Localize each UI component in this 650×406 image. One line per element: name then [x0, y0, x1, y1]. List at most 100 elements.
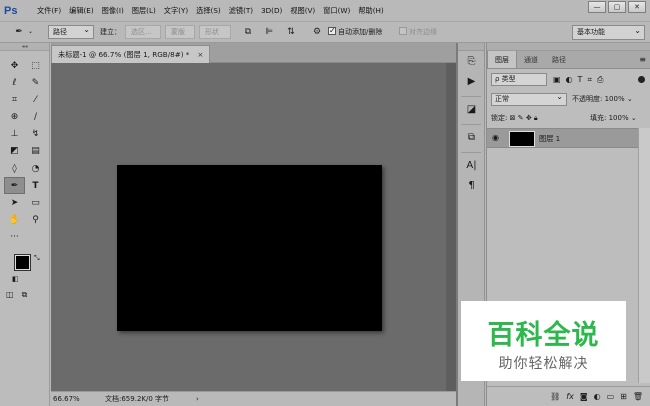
brush-tool-icon[interactable]: ∕ [25, 109, 46, 126]
opacity-control[interactable]: 不透明度: 100% ⌄ [572, 94, 633, 105]
path-arrangement-icon[interactable]: ⇅ [284, 25, 298, 39]
actions-play-icon[interactable]: ▶ [458, 71, 485, 91]
menu-select[interactable]: 选择(S) [192, 0, 225, 22]
opacity-value[interactable]: 100% [605, 95, 625, 103]
lock-transparent-icon[interactable]: ⊠ [510, 114, 516, 122]
adjustment-filter-icon[interactable]: ◐ [566, 73, 573, 86]
shape-filter-icon[interactable]: ⌗ [587, 73, 592, 86]
trash-icon[interactable]: 🗑︎ [633, 387, 643, 406]
pixel-filter-icon[interactable]: ▣ [553, 73, 561, 86]
clone-source-icon[interactable]: ⧉ [458, 127, 485, 147]
swap-colors-icon[interactable]: ⤡ [34, 254, 40, 263]
pen-mode-select[interactable]: 路径 [48, 24, 94, 39]
chevron-down-icon[interactable]: ⌄ [28, 25, 33, 39]
lasso-tool-icon[interactable]: ℓ [4, 74, 25, 91]
restore-button[interactable]: ▢ [608, 1, 626, 13]
adjustments-icon[interactable]: ◪ [458, 99, 485, 119]
new-layer-icon[interactable]: ⊞ [620, 387, 627, 406]
visibility-eye-icon[interactable]: ◉ [492, 133, 499, 142]
gradient-tool-icon[interactable]: ▤ [25, 143, 46, 160]
filter-toggle-icon[interactable] [638, 76, 645, 83]
menu-layer[interactable]: 图层(L) [128, 0, 160, 22]
screen-mode-icon[interactable]: ⧉ [22, 290, 28, 300]
eraser-tool-icon[interactable]: ◩ [4, 143, 25, 160]
mask-icon[interactable]: ◙ [580, 387, 588, 406]
layer-name[interactable]: 图层 1 [539, 129, 560, 148]
blur-tool-icon[interactable]: ◊ [4, 160, 25, 177]
menu-type[interactable]: 文字(Y) [160, 0, 192, 22]
tab-layers[interactable]: 图层 [487, 51, 517, 68]
layer-thumbnail[interactable] [509, 131, 535, 147]
panel-grip[interactable] [458, 43, 484, 51]
make-shape-button[interactable]: 形状 [199, 25, 231, 39]
character-icon[interactable]: A| [458, 155, 485, 175]
path-operations-icon[interactable]: ⧉ [241, 25, 255, 39]
menu-file[interactable]: 文件(F) [33, 0, 65, 22]
pen-tool-icon[interactable]: ✒ [4, 177, 25, 195]
history-brush-tool-icon[interactable]: ↯ [25, 126, 46, 143]
crop-tool-icon[interactable]: ⌗ [4, 91, 25, 108]
lock-position-icon[interactable]: ✥ [526, 114, 532, 122]
hand-tool-icon[interactable]: ✋ [4, 212, 25, 229]
status-menu-arrow[interactable]: › [196, 392, 199, 406]
close-window-button[interactable]: ✕ [628, 1, 646, 13]
zoom-level[interactable]: 66.67% [53, 392, 80, 406]
menu-image[interactable]: 图像(I) [98, 0, 128, 22]
link-icon[interactable]: ⛓ [550, 387, 560, 406]
fx-icon[interactable]: fx [566, 387, 574, 406]
menu-window[interactable]: 窗口(W) [319, 0, 354, 22]
align-edges-checkbox[interactable]: 对齐边缘 [399, 25, 437, 39]
panel-grip[interactable]: ◂◂ [0, 43, 49, 51]
document-tab[interactable]: 未标题-1 @ 66.7% (图层 1, RGB/8#) * × [51, 45, 211, 63]
fill-value[interactable]: 100% [609, 114, 629, 122]
type-tool-icon[interactable]: T [25, 177, 46, 194]
history-icon[interactable]: ⎘ [458, 51, 485, 71]
minimize-button[interactable]: — [588, 1, 606, 13]
panel-grip[interactable] [487, 43, 650, 51]
rect-marquee-tool-icon[interactable]: ⬚ [25, 57, 46, 74]
make-mask-button[interactable]: 蒙版 [165, 25, 195, 39]
tab-paths[interactable]: 路径 [545, 51, 573, 68]
quick-select-tool-icon[interactable]: ✎ [25, 74, 46, 91]
layers-scrollbar[interactable] [638, 128, 650, 383]
quick-mask-icon[interactable]: ◫ [6, 290, 14, 300]
tab-channels[interactable]: 通道 [517, 51, 545, 68]
chevron-down-icon[interactable]: ⌄ [631, 114, 637, 122]
lock-pixels-icon[interactable]: ✎ [518, 114, 524, 122]
zoom-tool-icon[interactable]: ⚲ [25, 212, 46, 229]
type-filter-icon[interactable]: T [578, 73, 583, 86]
move-tool-icon[interactable]: ✥ [4, 57, 25, 74]
path-select-tool-icon[interactable]: ➤ [4, 195, 25, 212]
menu-edit[interactable]: 编辑(E) [65, 0, 98, 22]
blend-mode-select[interactable]: 正常 [491, 91, 567, 106]
eyedropper-tool-icon[interactable]: ⁄ [25, 91, 46, 108]
more-tools-icon[interactable]: ··· [4, 229, 25, 246]
menu-filter[interactable]: 滤镜(T) [225, 0, 257, 22]
healing-brush-tool-icon[interactable]: ⊕ [4, 109, 25, 126]
chevron-down-icon[interactable]: ⌄ [627, 95, 633, 103]
group-icon[interactable]: ▭ [607, 387, 615, 406]
path-alignment-icon[interactable]: ⊫ [262, 25, 276, 39]
pen-preset-icon[interactable]: ✒ [12, 25, 26, 39]
dodge-tool-icon[interactable]: ◔ [25, 160, 46, 177]
paragraph-icon[interactable]: ¶ [458, 175, 485, 195]
close-tab-icon[interactable]: × [197, 50, 203, 59]
adjustment-icon[interactable]: ◐ [594, 387, 601, 406]
canvas[interactable] [117, 165, 382, 331]
auto-add-delete-checkbox[interactable]: 自动添加/删除 [328, 24, 382, 39]
foreground-color-swatch[interactable] [14, 254, 31, 271]
menu-help[interactable]: 帮助(H) [354, 0, 387, 22]
vertical-scrollbar[interactable] [446, 63, 456, 391]
menu-view[interactable]: 视图(V) [286, 0, 319, 22]
default-colors-icon[interactable]: ◧ [12, 275, 19, 283]
panel-menu-icon[interactable]: ≡ [639, 51, 646, 69]
make-selection-button[interactable]: 选区... [125, 25, 161, 39]
workspace-select[interactable]: 基本功能 [572, 24, 645, 40]
smart-object-filter-icon[interactable]: ⎙ [597, 73, 603, 86]
layer-filter-select[interactable]: ρ 类型 [491, 73, 547, 86]
lock-all-icon[interactable]: 🔒︎ [534, 114, 538, 122]
rect-shape-tool-icon[interactable]: ▭ [25, 195, 46, 212]
clone-stamp-tool-icon[interactable]: ⊥ [4, 126, 25, 143]
menu-3d[interactable]: 3D(D) [257, 0, 286, 22]
layer-row[interactable]: ◉ 图层 1 [487, 128, 638, 148]
